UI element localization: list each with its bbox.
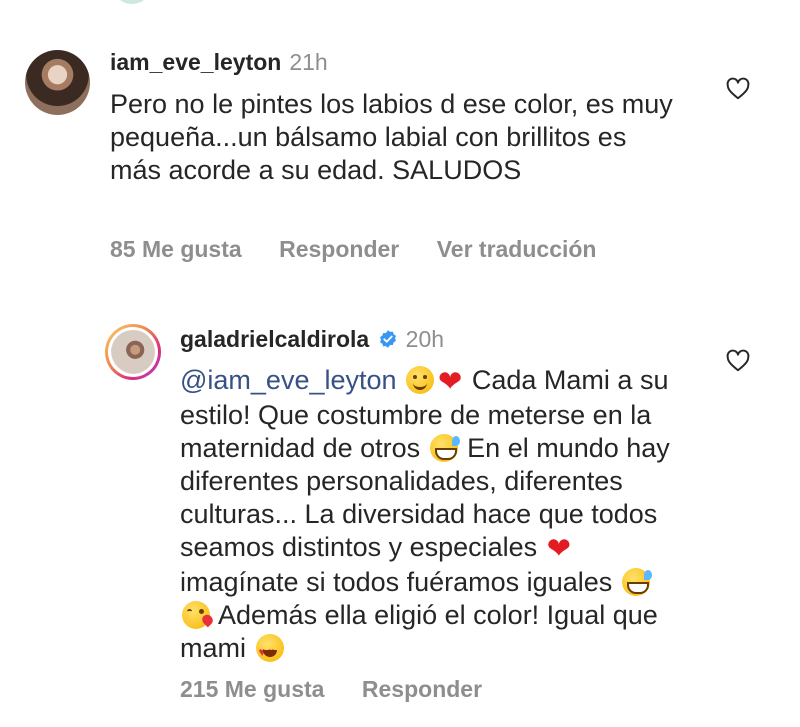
comment-text-part: Además ella eligió el color! Igual que m…	[180, 600, 658, 663]
heart-outline-icon[interactable]	[725, 348, 751, 374]
comment-text: @iam_eve_leyton ❤ Cada Mami a su estilo!…	[180, 364, 680, 669]
smiling-face-emoji	[406, 366, 435, 394]
kissing-heart-emoji	[182, 601, 210, 629]
grinning-sweat-emoji	[621, 568, 652, 596]
like-count[interactable]: 215 Me gusta	[180, 676, 324, 702]
avatar[interactable]	[25, 50, 90, 115]
timestamp: 21h	[289, 49, 328, 75]
heart-outline-icon[interactable]	[725, 76, 751, 102]
comment-header: galadrielcaldirola 20h	[180, 326, 444, 353]
comment-actions: 85 Me gusta Responder Ver traducción	[110, 236, 596, 263]
avatar-story-ring[interactable]	[105, 324, 161, 380]
partial-avatar	[112, 0, 152, 4]
translate-button[interactable]: Ver traducción	[437, 236, 597, 262]
mention-link[interactable]: @iam_eve_leyton	[180, 365, 397, 395]
reply-button[interactable]: Responder	[279, 236, 399, 262]
avatar	[111, 330, 155, 374]
username[interactable]: iam_eve_leyton	[110, 49, 281, 75]
reply-button[interactable]: Responder	[362, 676, 482, 702]
comment-text-part: imagínate si todos fuéramos iguales	[180, 567, 613, 597]
comment-text: Pero no le pintes los labios d ese color…	[110, 89, 673, 185]
comment-header: iam_eve_leyton 21h	[110, 49, 328, 76]
comment-item: iam_eve_leyton 21h Pero no le pintes los …	[0, 40, 800, 280]
grinning-sweat-emoji	[429, 434, 460, 462]
timestamp: 20h	[405, 326, 445, 352]
heart-eyes-emoji	[255, 634, 284, 669]
username[interactable]: galadrielcaldirola	[180, 326, 369, 352]
red-heart-emoji: ❤	[546, 533, 571, 565]
like-count[interactable]: 85 Me gusta	[110, 236, 242, 262]
red-heart-emoji: ❤	[438, 366, 463, 398]
comment-actions: 215 Me gusta Responder	[180, 676, 482, 703]
reply-item: galadrielcaldirola 20h @iam_eve_leyton ❤…	[0, 322, 800, 722]
verified-badge-icon	[379, 330, 396, 348]
